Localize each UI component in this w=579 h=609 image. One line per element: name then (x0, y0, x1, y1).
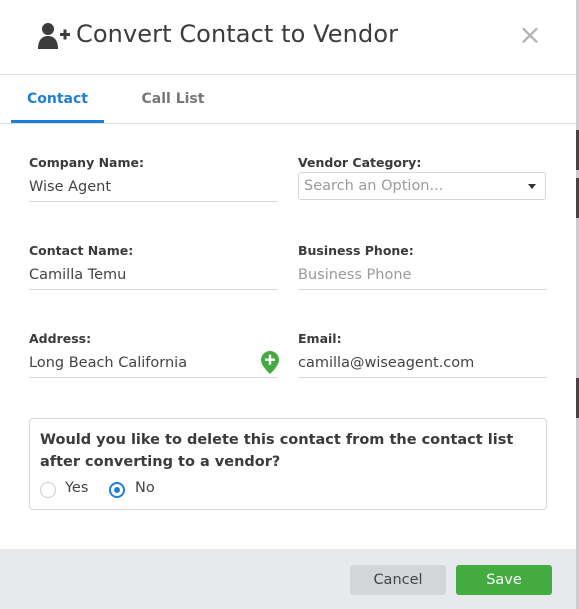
email-label: Email: (298, 331, 342, 346)
radio-yes[interactable] (40, 482, 56, 498)
cancel-button[interactable]: Cancel (350, 565, 446, 595)
radio-no-label[interactable]: No (135, 480, 155, 496)
company-name-label: Company Name: (29, 155, 144, 170)
convert-vendor-modal: Convert Contact to Vendor × Contact Call… (0, 0, 576, 609)
add-user-icon (38, 23, 70, 49)
email-field[interactable]: camilla@wiseagent.com (298, 349, 547, 378)
address-field[interactable]: Long Beach California (29, 349, 278, 378)
dropdown-caret-icon (528, 184, 536, 189)
delete-contact-question: Would you like to delete this contact fr… (29, 418, 547, 510)
modal-header: Convert Contact to Vendor × (0, 0, 576, 75)
delete-question-text: Would you like to delete this contact fr… (40, 432, 514, 470)
radio-no[interactable] (109, 482, 125, 498)
vendor-category-label: Vendor Category: (298, 155, 422, 170)
contact-name-label: Contact Name: (29, 243, 134, 258)
business-phone-label: Business Phone: (298, 243, 414, 258)
tab-contact[interactable]: Contact (11, 75, 104, 123)
close-icon[interactable]: × (518, 21, 542, 49)
add-location-pin-icon[interactable] (261, 351, 279, 374)
company-name-field[interactable]: Wise Agent (29, 173, 278, 202)
business-phone-field[interactable]: Business Phone (298, 261, 547, 290)
tab-bar: Contact Call List (0, 75, 576, 124)
save-button[interactable]: Save (456, 565, 552, 595)
vendor-category-placeholder: Search an Option... (304, 178, 444, 194)
radio-yes-label[interactable]: Yes (65, 480, 88, 496)
modal-footer: Cancel Save (0, 549, 576, 609)
tab-call-list[interactable]: Call List (128, 75, 218, 123)
vendor-category-select[interactable]: Search an Option... (298, 172, 546, 200)
modal-title: Convert Contact to Vendor (76, 20, 399, 48)
contact-name-field[interactable]: Camilla Temu (29, 261, 278, 290)
address-label: Address: (29, 331, 92, 346)
